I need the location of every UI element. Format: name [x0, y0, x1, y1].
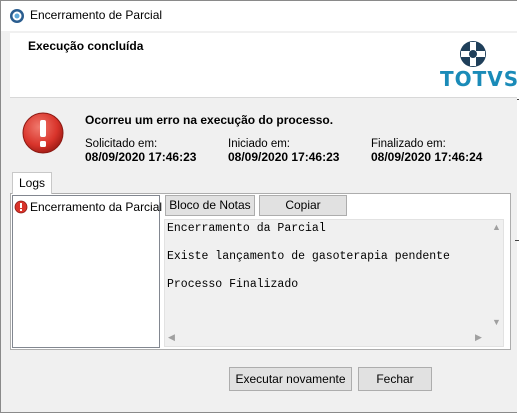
scroll-up-icon[interactable]: ▲: [492, 222, 501, 232]
header-panel: Execução concluída TOTVS: [10, 33, 519, 98]
requested-label: Solicitado em:: [85, 138, 158, 150]
started-label: Iniciado em:: [228, 138, 291, 150]
started-value: 08/09/2020 17:46:23: [228, 150, 340, 164]
tab-logs[interactable]: Logs: [12, 172, 52, 194]
finished-value: 08/09/2020 17:46:24: [371, 150, 483, 164]
notepad-button[interactable]: Bloco de Notas: [165, 195, 255, 216]
list-item[interactable]: Encerramento da Parcial: [30, 200, 162, 214]
header-title: Execução concluída: [28, 39, 144, 53]
horizontal-scrollbar[interactable]: ◀ ▶: [165, 330, 488, 345]
vertical-scrollbar[interactable]: ▲ ▼: [488, 220, 503, 330]
error-icon: [21, 111, 65, 155]
log-text-line: Existe lançamento de gasoterapia pendent…: [167, 250, 450, 263]
brand-name: TOTVS: [440, 67, 519, 91]
scroll-left-icon[interactable]: ◀: [168, 332, 175, 343]
log-error-icon: [14, 200, 28, 214]
close-button[interactable]: Fechar: [358, 367, 432, 391]
window-title: Encerramento de Parcial: [30, 8, 163, 22]
dialog-window: Encerramento de Parcial Execução concluí…: [0, 0, 519, 413]
background-divider: [515, 240, 519, 241]
log-text-line: Encerramento da Parcial: [167, 222, 326, 235]
app-icon: [9, 8, 25, 24]
error-message: Ocorreu um erro na execução do processo.: [85, 113, 334, 127]
title-bar[interactable]: Encerramento de Parcial: [1, 1, 518, 31]
copy-button[interactable]: Copiar: [259, 195, 347, 216]
finished-label: Finalizado em:: [371, 138, 446, 150]
scroll-down-icon[interactable]: ▼: [492, 317, 501, 327]
requested-value: 08/09/2020 17:46:23: [85, 150, 197, 164]
log-list[interactable]: [12, 195, 160, 348]
scroll-right-icon[interactable]: ▶: [475, 332, 482, 343]
run-again-button[interactable]: Executar novamente: [229, 367, 352, 391]
log-text-line: Processo Finalizado: [167, 278, 299, 291]
